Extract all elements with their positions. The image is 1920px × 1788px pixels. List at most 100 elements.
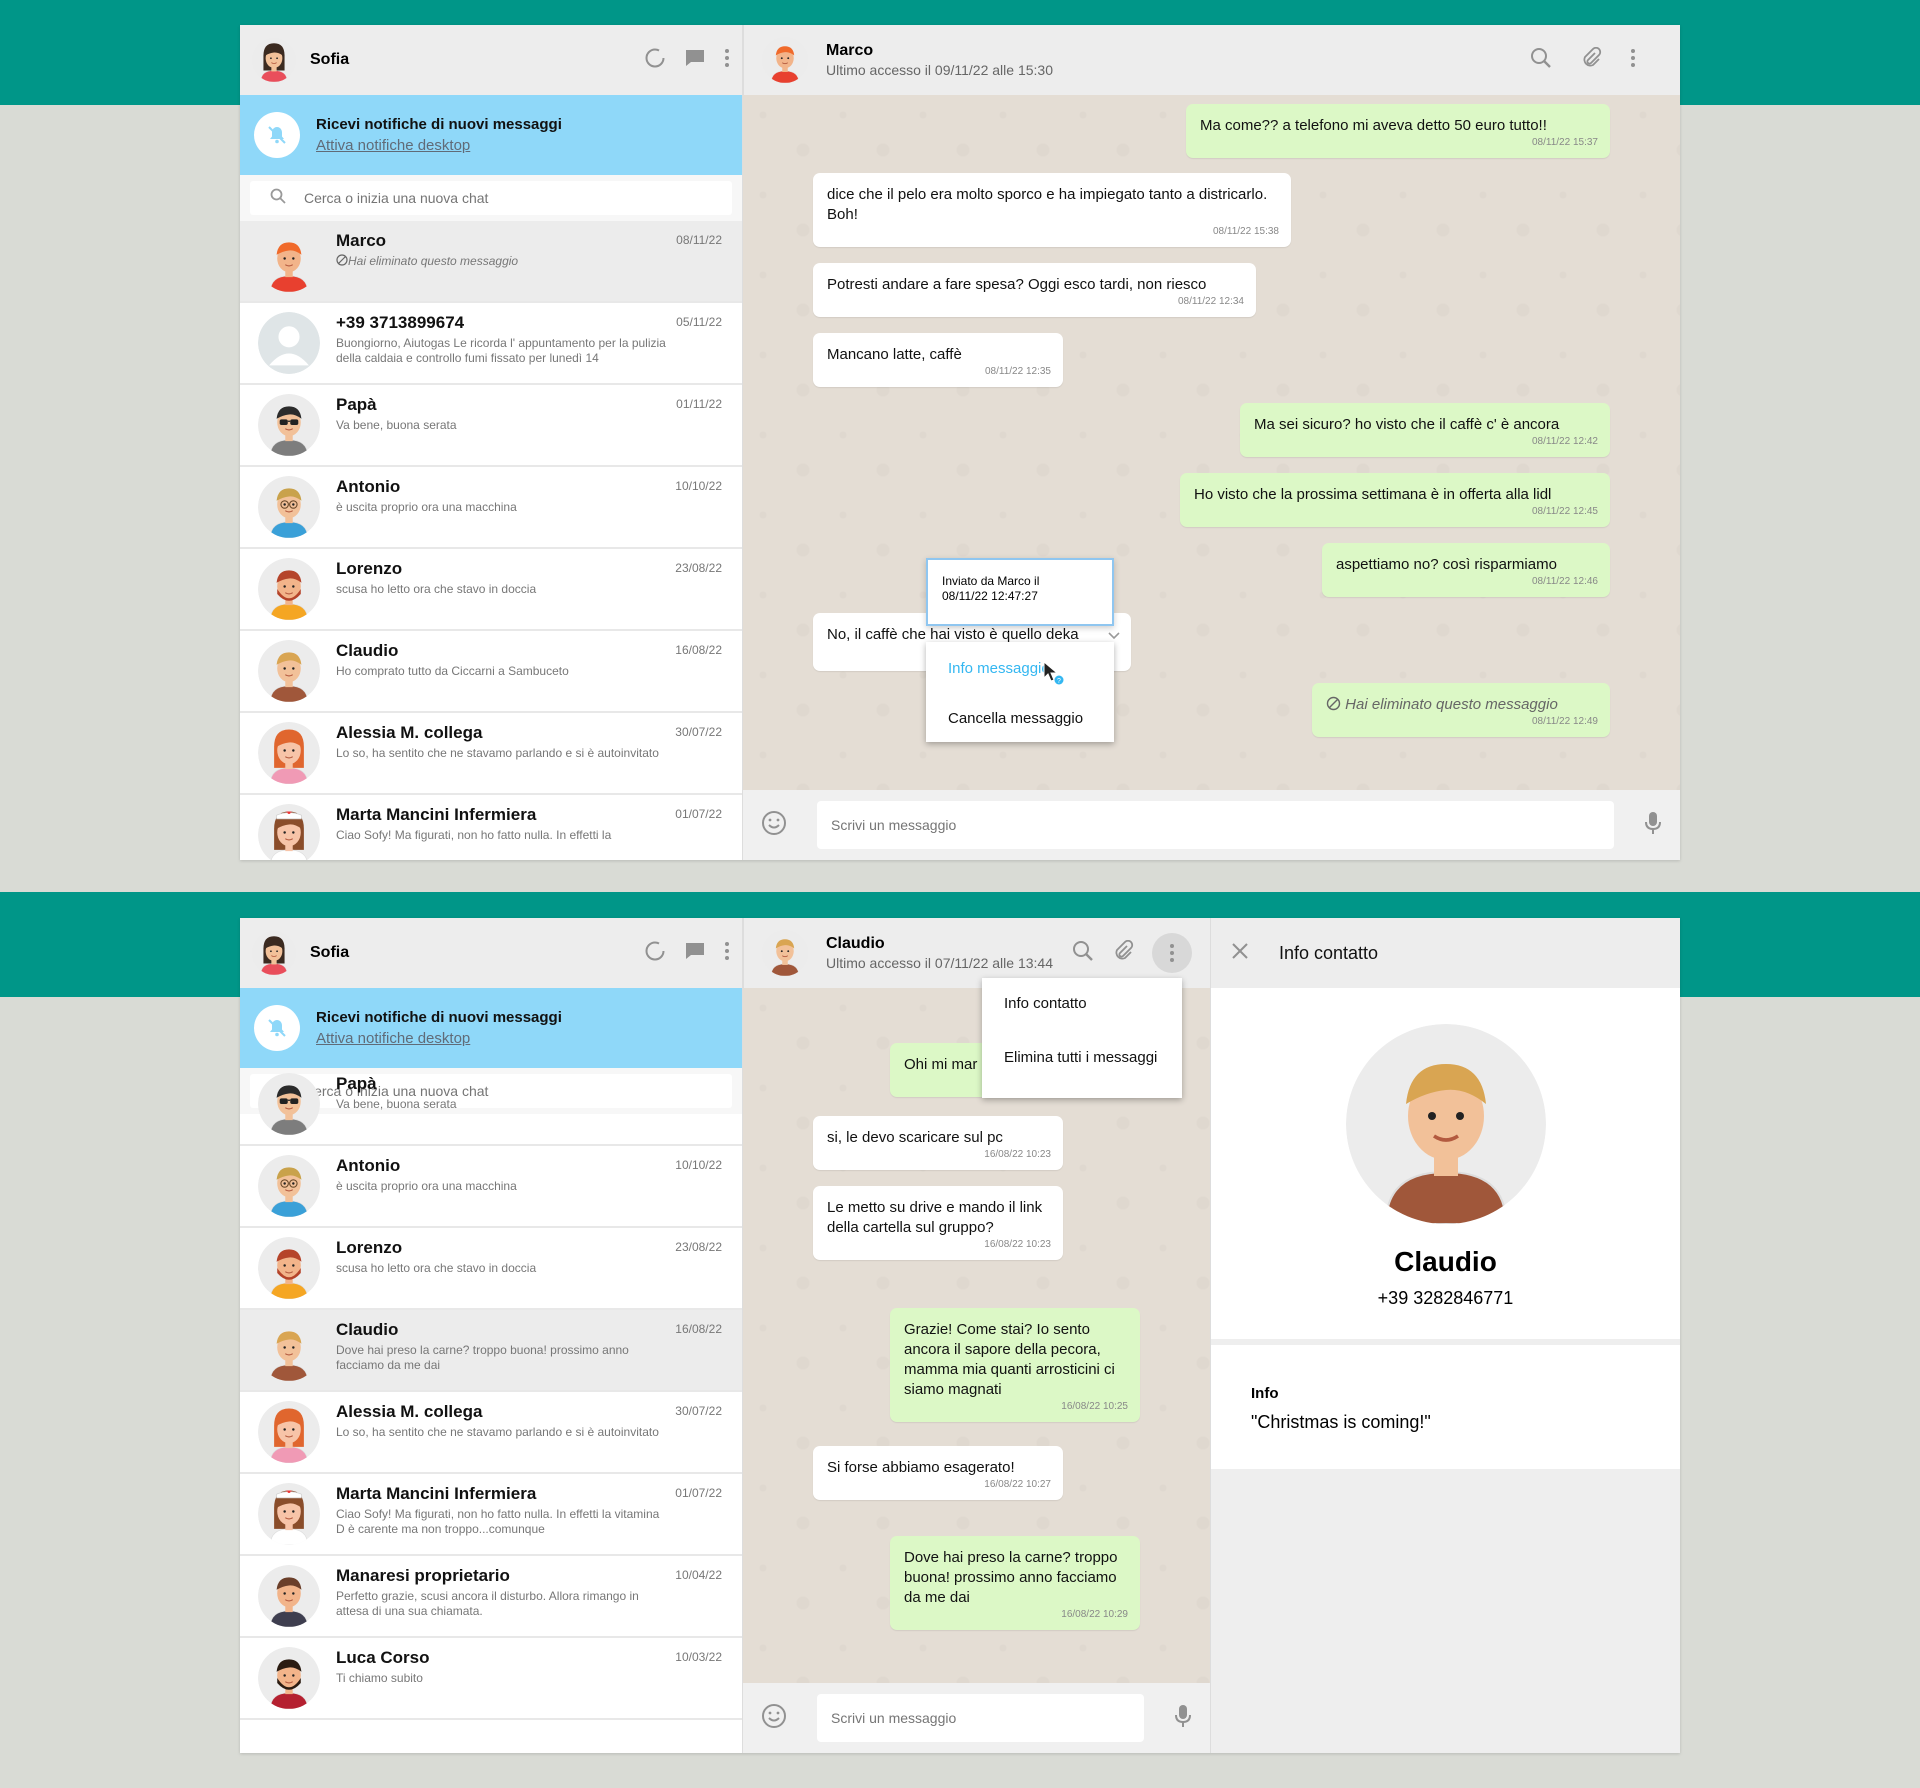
message-time: 08/11/22 12:49 bbox=[1532, 716, 1598, 727]
contact-avatar-large[interactable] bbox=[1345, 1024, 1546, 1224]
message-bubble[interactable]: aspettiamo no? così risparmiamo 08/11/22 … bbox=[1322, 543, 1610, 597]
chat-avatar[interactable] bbox=[762, 930, 808, 976]
menu-dots-icon[interactable] bbox=[724, 48, 730, 73]
chat-list-item[interactable]: Claudio Dove hai preso la carne? troppo … bbox=[240, 1310, 742, 1392]
message-text: aspettiamo no? così risparmiamo bbox=[1336, 556, 1557, 573]
contact-avatar bbox=[258, 394, 320, 456]
chat-list-item[interactable]: Alessia M. collega Lo so, ha sentito che… bbox=[240, 713, 742, 795]
message-bubble[interactable]: Mancano latte, caffè 08/11/22 12:35 bbox=[813, 333, 1063, 387]
contact-avatar bbox=[258, 1237, 320, 1299]
chat-avatar[interactable] bbox=[762, 37, 808, 83]
emoji-icon[interactable] bbox=[761, 810, 787, 841]
my-avatar[interactable] bbox=[252, 931, 296, 975]
message-time: 08/11/22 15:37 bbox=[1532, 137, 1598, 148]
attach-icon[interactable] bbox=[1580, 46, 1602, 74]
search-input[interactable] bbox=[304, 190, 684, 206]
last-message-preview: Ho comprato tutto da Ciccarni a Sambucet… bbox=[336, 664, 666, 679]
mic-icon[interactable] bbox=[1644, 811, 1662, 840]
enable-notifications-link[interactable]: Attiva notifiche desktop bbox=[316, 137, 562, 154]
message-bubble[interactable]: Le metto su drive e mando il link della … bbox=[813, 1186, 1063, 1260]
last-message-date: 01/11/22 bbox=[676, 397, 722, 411]
last-message-text: Lo so, ha sentito che ne stavamo parland… bbox=[336, 1425, 659, 1439]
last-message-preview: Perfetto grazie, scusi ancora il disturb… bbox=[336, 1589, 666, 1619]
message-text: Ma come?? a telefono mi aveva detto 50 e… bbox=[1200, 117, 1547, 134]
notification-title: Ricevi notifiche di nuovi messaggi bbox=[316, 116, 562, 133]
message-bubble-deleted[interactable]: Hai eliminato questo messaggio 08/11/22 1… bbox=[1312, 683, 1610, 737]
contact-name: Alessia M. collega bbox=[336, 723, 483, 742]
chat-list-item[interactable]: Lorenzo scusa ho letto ora che stavo in … bbox=[240, 1228, 742, 1310]
message-bubble[interactable]: Dove hai preso la carne? troppo buona! p… bbox=[890, 1536, 1140, 1630]
chat-contact-name[interactable]: Claudio bbox=[826, 935, 1072, 953]
message-input[interactable] bbox=[817, 1694, 1144, 1742]
menu-item-delete-message[interactable]: Cancella messaggio bbox=[926, 694, 1114, 742]
about-value: "Christmas is coming!" bbox=[1251, 1412, 1431, 1432]
contact-avatar bbox=[258, 1565, 320, 1627]
sidebar-header: Sofia bbox=[240, 25, 742, 95]
chat-list-item[interactable]: Papà Va bene, buona serata bbox=[240, 1064, 742, 1146]
chat-list-item[interactable]: Claudio Ho comprato tutto da Ciccarni a … bbox=[240, 631, 742, 713]
contact-name: Claudio bbox=[1394, 1246, 1497, 1277]
search-icon bbox=[270, 188, 286, 209]
attach-icon[interactable] bbox=[1112, 939, 1134, 967]
chat-list-item[interactable]: Marco Hai eliminato questo messaggio 08/… bbox=[240, 221, 742, 303]
chat-list-item[interactable]: Papà Va bene, buona serata 01/11/22 bbox=[240, 385, 742, 467]
app-window-1: Sofia Ricevi notifiche di nuovi messaggi… bbox=[240, 25, 1680, 860]
bell-off-icon bbox=[254, 112, 300, 158]
chat-header: Marco Ultimo accesso il 09/11/22 alle 15… bbox=[743, 25, 1680, 95]
contact-avatar bbox=[258, 476, 320, 538]
message-bubble[interactable]: Ma sei sicuro? ho visto che il caffè c' … bbox=[1240, 403, 1610, 457]
message-bubble[interactable]: Ho visto che la prossima settimana è in … bbox=[1180, 473, 1610, 527]
compose-bar bbox=[743, 1683, 1210, 1753]
enable-notifications-link[interactable]: Attiva notifiche desktop bbox=[316, 1030, 562, 1047]
contact-avatar bbox=[258, 1319, 320, 1381]
chat-list: Marco Hai eliminato questo messaggio 08/… bbox=[240, 221, 742, 860]
new-chat-icon[interactable] bbox=[684, 47, 706, 74]
mic-icon[interactable] bbox=[1174, 1704, 1192, 1733]
status-icon[interactable] bbox=[644, 47, 666, 74]
chat-list-item[interactable]: Antonio è uscita proprio ora una macchin… bbox=[240, 1146, 742, 1228]
last-message-date: 01/07/22 bbox=[675, 807, 722, 821]
contact-name: +39 3713899674 bbox=[336, 313, 465, 332]
chat-list-item[interactable]: Antonio è uscita proprio ora una macchin… bbox=[240, 467, 742, 549]
chat-contact-name[interactable]: Marco bbox=[826, 42, 1530, 60]
menu-item-delete-all[interactable]: Elimina tutti i messaggi bbox=[982, 1028, 1182, 1088]
chat-list-item[interactable]: +39 3713899674 Buongiorno, Aiutogas Le r… bbox=[240, 303, 742, 385]
message-text: Grazie! Come stai? Io sento ancora il sa… bbox=[904, 1321, 1115, 1398]
chat-list-item[interactable]: Manaresi proprietario Perfetto grazie, s… bbox=[240, 1556, 742, 1638]
tooltip-line: Inviato da Marco il bbox=[942, 574, 1040, 588]
menu-dots-icon[interactable] bbox=[1630, 48, 1636, 73]
chat-list-item[interactable]: Marta Mancini Infermiera Ciao Sofy! Ma f… bbox=[240, 1474, 742, 1556]
contact-name: Marco bbox=[336, 231, 387, 250]
menu-dots-icon[interactable] bbox=[724, 941, 730, 966]
menu-item-message-info[interactable]: Info messaggio bbox=[926, 642, 1114, 694]
message-bubble[interactable]: si, le devo scaricare sul pc 16/08/22 10:… bbox=[813, 1116, 1063, 1170]
message-bubble[interactable]: Potresti andare a fare spesa? Oggi esco … bbox=[813, 263, 1256, 317]
emoji-icon[interactable] bbox=[761, 1703, 787, 1734]
search-icon[interactable] bbox=[1072, 940, 1094, 967]
menu-dots-icon[interactable] bbox=[1152, 933, 1192, 973]
last-message-text: Ciao Sofy! Ma figurati, non ho fatto nul… bbox=[336, 828, 612, 842]
status-icon[interactable] bbox=[644, 940, 666, 967]
message-input[interactable] bbox=[817, 801, 1614, 849]
search-icon[interactable] bbox=[1530, 47, 1552, 74]
message-bubble[interactable]: Ma come?? a telefono mi aveva detto 50 e… bbox=[1186, 104, 1610, 158]
svg-text:?: ? bbox=[1057, 678, 1061, 685]
last-message-date: 10/04/22 bbox=[675, 1568, 722, 1582]
chat-list-item[interactable]: Lorenzo scusa ho letto ora che stavo in … bbox=[240, 549, 742, 631]
message-text: Potresti andare a fare spesa? Oggi esco … bbox=[827, 276, 1207, 293]
new-chat-icon[interactable] bbox=[684, 940, 706, 967]
menu-item-contact-info[interactable]: Info contatto bbox=[982, 978, 1182, 1028]
chat-list-item[interactable]: Luca Corso Ti chiamo subito 10/03/22 bbox=[240, 1638, 742, 1720]
chat-list-item[interactable]: Alessia M. collega Lo so, ha sentito che… bbox=[240, 1392, 742, 1474]
chat-list-item[interactable]: Marta Mancini Infermiera Ciao Sofy! Ma f… bbox=[240, 795, 742, 860]
message-bubble[interactable]: dice che il pelo era molto sporco e ha i… bbox=[813, 173, 1291, 247]
my-avatar[interactable] bbox=[252, 38, 296, 82]
last-message-preview: Hai eliminato questo messaggio bbox=[336, 254, 666, 269]
message-bubble[interactable]: Grazie! Come stai? Io sento ancora il sa… bbox=[890, 1308, 1140, 1422]
contact-card: Claudio +39 3282846771 bbox=[1211, 988, 1680, 1339]
chat-pane: Marco Ultimo accesso il 09/11/22 alle 15… bbox=[743, 25, 1680, 860]
close-icon[interactable] bbox=[1231, 942, 1249, 965]
chat-last-seen: Ultimo accesso il 09/11/22 alle 15:30 bbox=[826, 62, 1053, 78]
last-message-date: 23/08/22 bbox=[675, 561, 722, 575]
message-bubble[interactable]: Si forse abbiamo esagerato! 16/08/22 10:2… bbox=[813, 1446, 1063, 1500]
